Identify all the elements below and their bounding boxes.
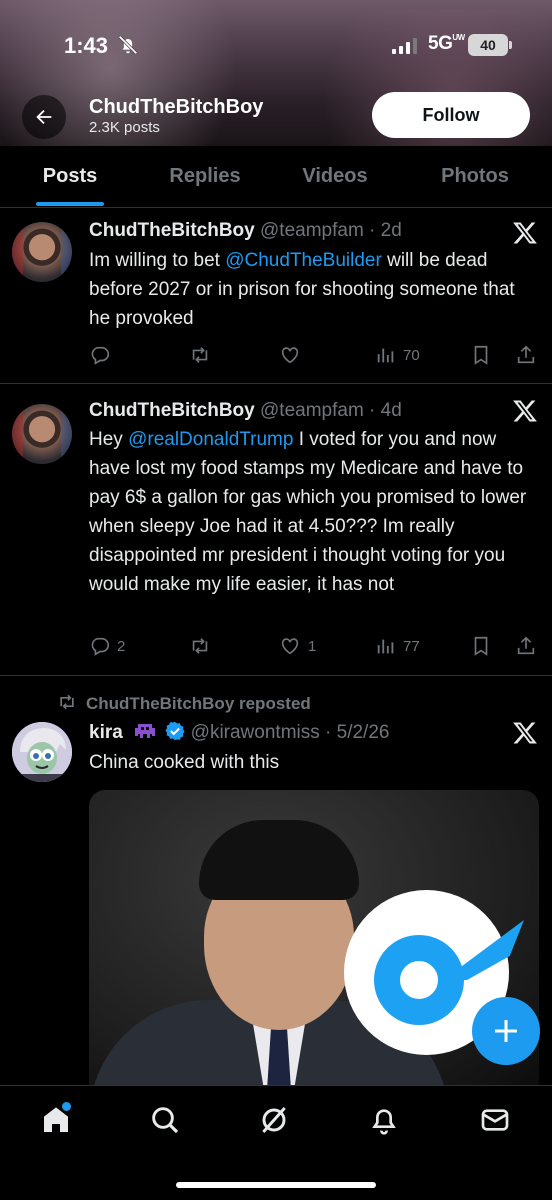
- nav-search[interactable]: [149, 1104, 181, 1136]
- views-button[interactable]: 70: [375, 341, 420, 369]
- post-count: 2.3K posts: [89, 119, 160, 136]
- nav-messages[interactable]: [479, 1104, 511, 1136]
- share-icon: [517, 345, 535, 364]
- repost-icon: [192, 638, 208, 654]
- compose-button[interactable]: [472, 997, 540, 1065]
- tweet-text-part: Im willing to bet: [89, 250, 226, 271]
- nav-grok[interactable]: [258, 1104, 290, 1136]
- reply-count: 2: [117, 637, 126, 655]
- battery-indicator: 40: [468, 34, 512, 56]
- handle-time: @kirawontmiss · 5/2/26: [190, 722, 390, 743]
- grok-icon: [262, 1107, 286, 1133]
- mention-link[interactable]: @ChudTheBuilder: [225, 250, 382, 271]
- tweet-text-part: I voted for you and now have lost my foo…: [89, 429, 527, 595]
- tab-replies[interactable]: Replies: [150, 146, 260, 207]
- tweet-header: kira @kirawontmiss · 5/2/26: [89, 721, 389, 744]
- like-icon: [281, 638, 299, 655]
- profile-name: ChudTheBitchBoy: [89, 96, 264, 118]
- tab-videos[interactable]: Videos: [280, 146, 390, 207]
- view-count: 70: [403, 346, 420, 364]
- status-bar: 1:43 5GUW 40: [0, 0, 552, 92]
- handle-time: @teampfam · 4d: [260, 400, 402, 421]
- repost-button[interactable]: [188, 632, 218, 660]
- repost-context[interactable]: ChudTheBitchBoy reposted: [56, 692, 311, 714]
- tweet-header: ChudTheBitchBoy @teampfam · 2d: [89, 220, 402, 242]
- tweet-text: China cooked with this: [89, 752, 280, 773]
- like-count: 1: [308, 637, 317, 655]
- reply-button[interactable]: [89, 341, 117, 369]
- alien-emoji-icon: [135, 724, 156, 738]
- home-indicator: [176, 1182, 376, 1188]
- tweet-media-image[interactable]: [89, 790, 539, 1090]
- views-button[interactable]: 77: [375, 632, 420, 660]
- bookmark-button[interactable]: [470, 341, 492, 369]
- reply-icon: [91, 637, 110, 656]
- messages-icon: [481, 1109, 509, 1131]
- cartoon-avatar-icon: [12, 722, 72, 782]
- view-count: 77: [403, 637, 420, 655]
- back-arrow-icon: [36, 109, 52, 125]
- repost-label: ChudTheBitchBoy reposted: [86, 694, 311, 713]
- like-icon: [281, 347, 299, 364]
- x-logo-icon: [513, 400, 537, 422]
- tweet-actions: 2 1 77: [89, 632, 539, 660]
- nav-home[interactable]: [40, 1102, 72, 1136]
- signal-icon: [392, 38, 417, 54]
- mention-link[interactable]: @realDonaldTrump: [128, 429, 293, 450]
- display-name[interactable]: kira: [89, 722, 123, 743]
- notifications-icon: [372, 1109, 396, 1135]
- tweet-text: Im willing to bet @ChudTheBuilder will b…: [89, 246, 529, 333]
- tweet-text: Hey @realDonaldTrump I voted for you and…: [89, 425, 529, 599]
- views-icon: [377, 639, 394, 654]
- profile-tabs: Posts Replies Videos Photos: [0, 146, 552, 208]
- reply-button[interactable]: 2: [89, 632, 125, 660]
- share-icon: [517, 636, 535, 655]
- display-name[interactable]: ChudTheBitchBoy: [89, 400, 255, 421]
- image-hair: [199, 820, 359, 900]
- follow-button[interactable]: Follow: [372, 92, 530, 138]
- repost-button[interactable]: [188, 341, 218, 369]
- profile-header: 1:43 5GUW 40 ChudTheBitchBoy 2.3K posts …: [0, 0, 552, 146]
- views-icon: [377, 348, 394, 363]
- share-button[interactable]: [515, 632, 537, 660]
- onlyfans-logo-ring: [374, 935, 464, 1025]
- back-button[interactable]: [22, 95, 66, 139]
- search-icon: [152, 1107, 179, 1134]
- active-tab-indicator: [36, 202, 104, 206]
- bell-slash-icon: [118, 35, 138, 55]
- tab-photos[interactable]: Photos: [420, 146, 530, 207]
- bookmark-icon: [474, 345, 488, 365]
- avatar[interactable]: [12, 722, 72, 782]
- verified-icon: [165, 721, 186, 741]
- tweet[interactable]: ChudTheBitchBoy @teampfam · 2d Im willin…: [0, 208, 552, 384]
- repost-icon: [60, 694, 74, 710]
- bookmark-button[interactable]: [470, 632, 492, 660]
- handle-time: @teampfam · 2d: [260, 220, 402, 241]
- display-name[interactable]: ChudTheBitchBoy: [89, 220, 255, 241]
- tweet[interactable]: ChudTheBitchBoy @teampfam · 4d Hey @real…: [0, 384, 552, 676]
- tweet-actions: 70: [89, 341, 539, 369]
- nav-notifications[interactable]: [368, 1104, 400, 1136]
- home-notification-dot: [62, 1102, 71, 1111]
- plus-icon: [495, 1020, 517, 1042]
- bookmark-icon: [474, 636, 488, 656]
- reply-icon: [91, 346, 110, 365]
- tweet-text-part: Hey: [89, 429, 129, 450]
- network-indicator: 5GUW: [428, 32, 465, 54]
- avatar[interactable]: [12, 222, 72, 282]
- status-time: 1:43: [64, 33, 109, 58]
- avatar[interactable]: [12, 404, 72, 464]
- tab-posts[interactable]: Posts: [16, 146, 124, 207]
- x-logo-icon: [513, 222, 537, 244]
- repost-icon: [192, 347, 208, 363]
- like-button[interactable]: 1: [278, 632, 316, 660]
- tweet-header: ChudTheBitchBoy @teampfam · 4d: [89, 400, 402, 422]
- x-logo-icon: [513, 722, 537, 744]
- share-button[interactable]: [515, 341, 537, 369]
- like-button[interactable]: [278, 341, 308, 369]
